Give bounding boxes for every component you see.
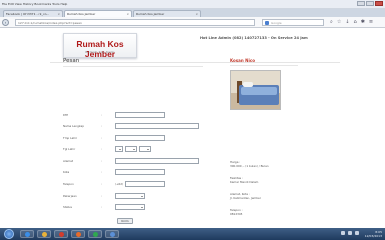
phone-prefix: (+62) — [115, 182, 124, 186]
field-tgl-lahir: Tgl Lahir: — [63, 146, 213, 152]
field-label: Nama Lengkap — [63, 124, 84, 128]
tab-label: Facebook | Ol'i3371 - rk_co... — [6, 12, 50, 16]
clock[interactable]: 8:05 12/03/2013 — [365, 230, 382, 238]
search-placeholder: Google — [271, 21, 282, 25]
field-tmp-lahir: Tmp Lahir: — [63, 135, 213, 141]
menu-items[interactable]: File Edit View History Bookmarks Tools H… — [2, 2, 67, 6]
field-label: Tgl Lahir — [63, 147, 76, 151]
close-tab-icon[interactable]: × — [195, 12, 198, 16]
field-status: Status: — [63, 204, 213, 210]
network-icon[interactable] — [341, 231, 345, 235]
back-button[interactable]: ‹ — [2, 19, 9, 26]
minimize-button[interactable] — [357, 1, 365, 6]
hotline-text: Hot Line Admin (082) 140727133 - On Serv… — [200, 36, 308, 40]
taskbar: 8:05 12/03/2013 — [0, 228, 385, 240]
room-photo[interactable] — [230, 70, 281, 110]
month-select[interactable] — [125, 146, 137, 152]
field-ktp: KTP: — [63, 112, 213, 118]
kos-title[interactable]: Kosan Nico — [230, 58, 255, 63]
taskbar-app-icon[interactable] — [105, 230, 119, 238]
divider — [63, 66, 203, 67]
field-label: Alamat — [63, 159, 73, 163]
field-label: KTP — [63, 113, 69, 117]
system-tray — [341, 231, 359, 235]
field-pekerjaan: Pekerjaan: — [63, 193, 213, 199]
field-telepon: Telepon: (+62) — [63, 181, 213, 187]
downloads-icon[interactable]: ↓ — [345, 19, 349, 26]
close-tab-icon[interactable]: × — [57, 12, 60, 16]
field-kota: Kota: — [63, 169, 213, 175]
taskbar-app-icon[interactable] — [54, 230, 68, 238]
day-select[interactable] — [115, 146, 123, 152]
year-select[interactable] — [139, 146, 151, 152]
tab-strip: Facebook | Ol'i3371 - rk_co... × Rumah Ko… — [0, 9, 385, 17]
window-controls — [357, 1, 383, 6]
maximize-button[interactable] — [366, 1, 374, 6]
search-icon[interactable]: ⌕ — [330, 19, 333, 26]
tab-rumah-kos-active[interactable]: Rumah Kos Jember × — [64, 10, 132, 17]
alamat-input[interactable] — [115, 158, 199, 164]
kota-input[interactable] — [115, 169, 165, 175]
field-nama: Nama Lengkap: — [63, 123, 213, 129]
google-icon — [265, 21, 269, 25]
navigation-bar: ‹ 127.0.0.1/rumahkos/index.php?act=pesan… — [0, 17, 385, 28]
addon-icon[interactable]: ✱ — [361, 19, 365, 26]
tab-label: Rumah Kos Jember — [67, 12, 96, 16]
nama-lengkap-input[interactable] — [115, 123, 199, 129]
search-input[interactable]: Google — [262, 19, 324, 26]
field-alamat: Alamat: — [63, 158, 213, 164]
toolbar-icons: ⌕ ☆ ↓ ⌂ ✱ ≡ — [330, 19, 373, 26]
divider — [230, 65, 298, 66]
flag-icon[interactable] — [355, 231, 359, 235]
kos-info-line: 300.000 ,- (1 bulan) / Bulan — [230, 164, 269, 168]
taskbar-firefox-icon[interactable] — [71, 230, 85, 238]
field-label: Pekerjaan — [63, 194, 77, 198]
logo-name: Rumah Kos Jember — [76, 39, 124, 59]
menu-icon[interactable]: ≡ — [369, 19, 373, 26]
field-label: Kota — [63, 170, 70, 174]
taskbar-ie-icon[interactable] — [20, 230, 34, 238]
divider — [50, 62, 340, 63]
ktp-input[interactable] — [115, 112, 165, 118]
tab-rumah-kos[interactable]: Rumah Kos Jember × — [133, 10, 201, 17]
telepon-input[interactable] — [125, 181, 165, 187]
field-label: Status — [63, 205, 72, 209]
form-title: Pesan — [63, 58, 80, 64]
volume-icon[interactable] — [348, 231, 352, 235]
field-label: Tmp Lahir — [63, 136, 78, 140]
browser-menubar: File Edit View History Bookmarks Tools H… — [0, 0, 385, 9]
kos-info-line: Jl. Kalimantan, Jember — [230, 196, 261, 200]
kos-info-line: Kamar Mandi Dalam — [230, 180, 259, 184]
site-logo[interactable]: Rumah Kos Jember Rumah Kos Kami — [63, 33, 137, 59]
tab-facebook[interactable]: Facebook | Ol'i3371 - rk_co... × — [3, 10, 63, 17]
close-window-button[interactable] — [375, 1, 383, 6]
taskbar-explorer-icon[interactable] — [37, 230, 51, 238]
tmp-lahir-input[interactable] — [115, 135, 165, 141]
status-select[interactable] — [115, 204, 145, 210]
taskbar-chrome-icon[interactable] — [88, 230, 102, 238]
clock-date: 12/03/2013 — [364, 234, 382, 238]
close-tab-icon[interactable]: × — [126, 12, 129, 16]
kos-info-line: 0812345 — [230, 212, 243, 216]
logo-tagline: Rumah Kos Kami — [85, 50, 115, 54]
field-label: Telepon — [63, 182, 74, 186]
submit-button[interactable]: Kirim — [117, 218, 133, 224]
pekerjaan-select[interactable] — [115, 193, 145, 199]
tab-label: Rumah Kos Jember — [136, 12, 165, 16]
start-button[interactable] — [4, 229, 14, 239]
star-icon[interactable]: ☆ — [337, 19, 341, 26]
address-bar[interactable]: 127.0.0.1/rumahkos/index.php?act=pesan — [15, 19, 255, 26]
home-icon[interactable]: ⌂ — [354, 19, 357, 26]
